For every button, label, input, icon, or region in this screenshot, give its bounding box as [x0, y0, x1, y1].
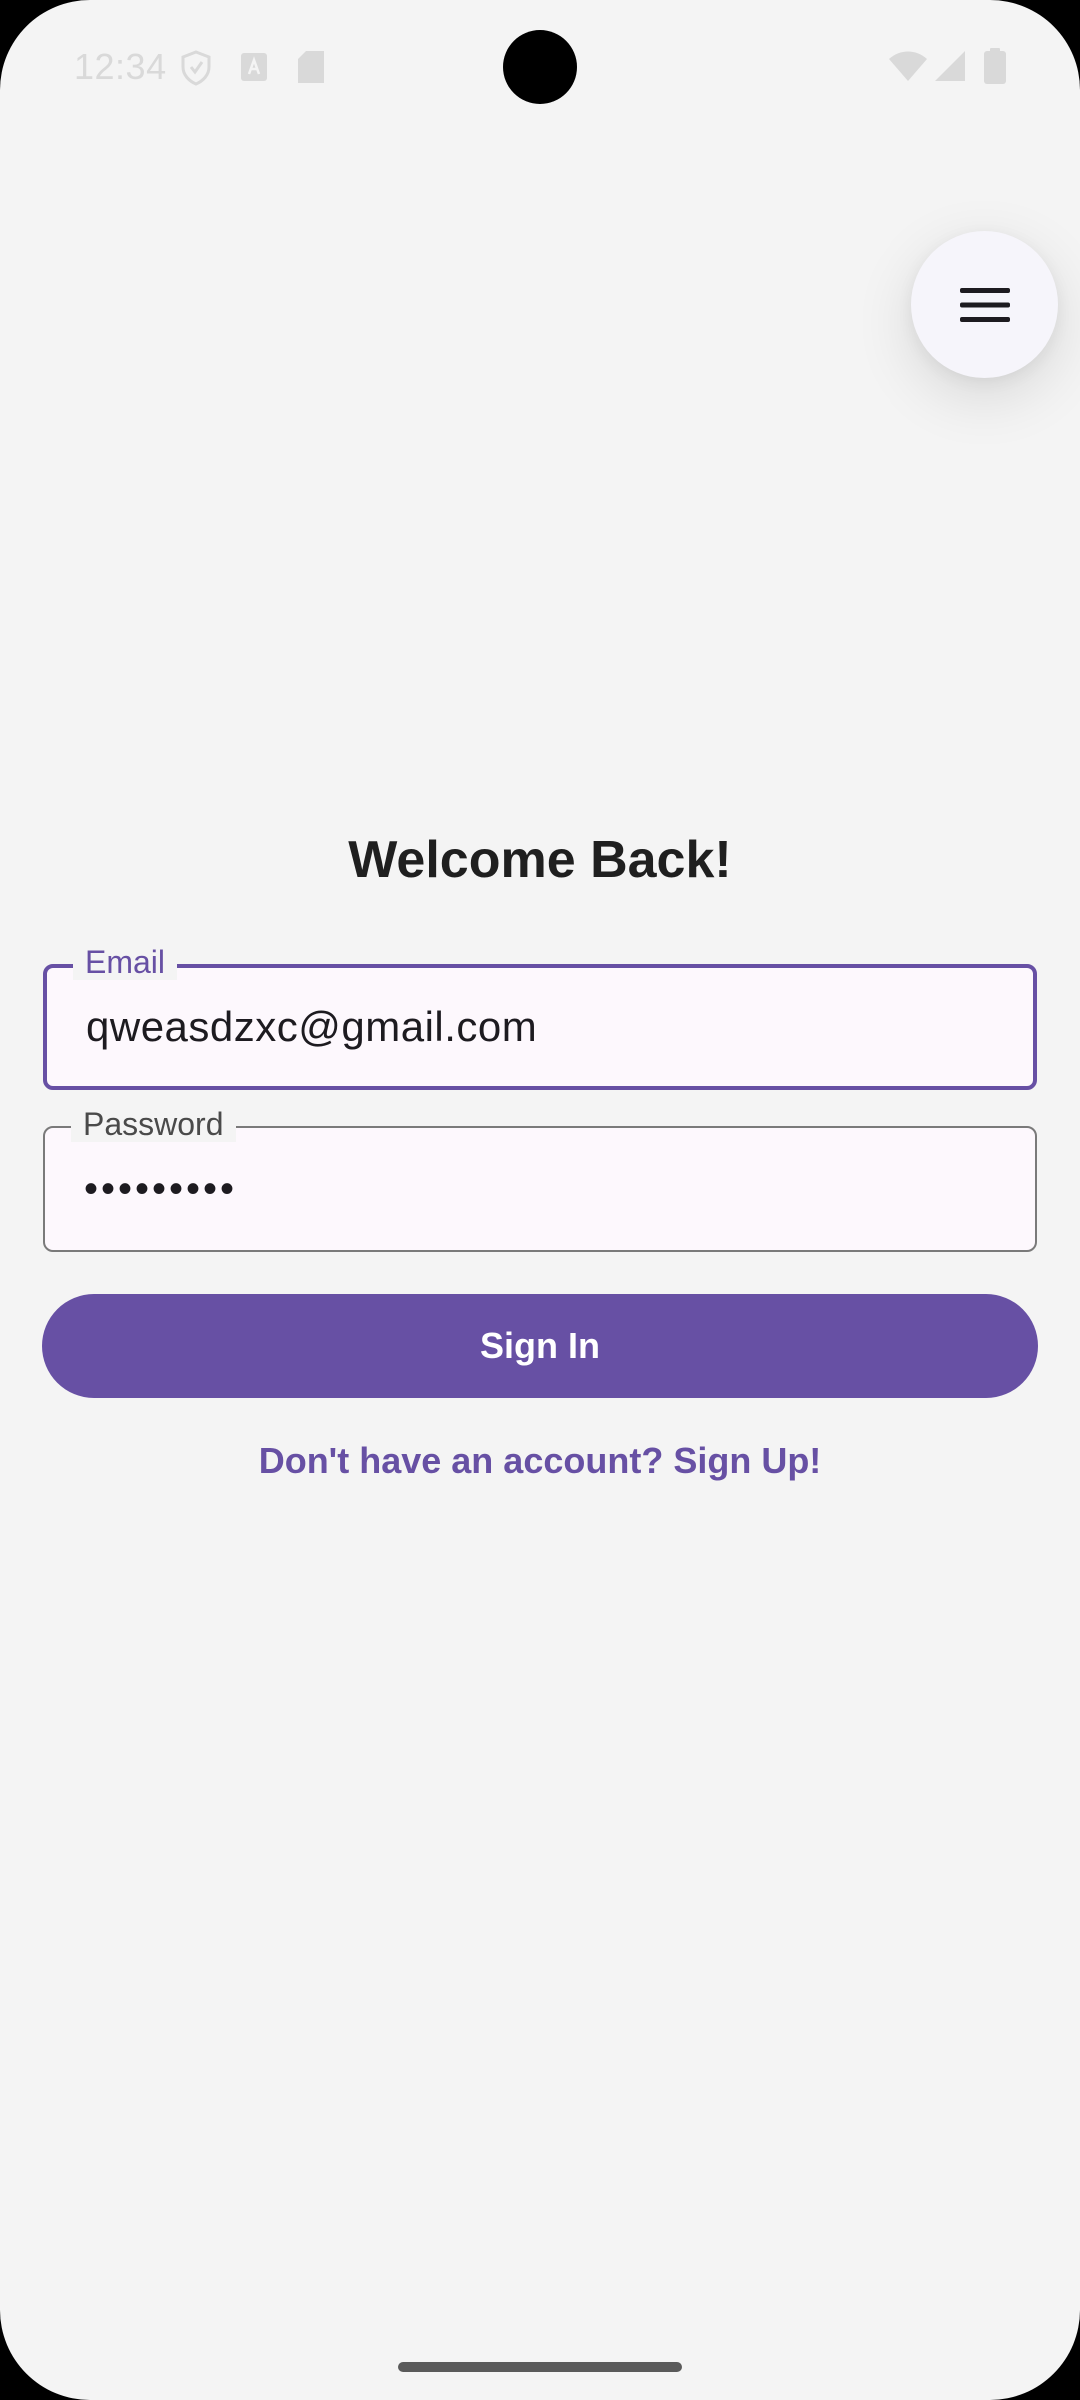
- email-field[interactable]: Email qweasdzxc@gmail.com: [43, 944, 1037, 1090]
- a-box-icon: [240, 52, 268, 87]
- shield-icon: [180, 50, 212, 91]
- page-title: Welcome Back!: [348, 831, 732, 889]
- email-value[interactable]: qweasdzxc@gmail.com: [86, 968, 537, 1086]
- sign-up-link[interactable]: Don't have an account? Sign Up!: [0, 1440, 1080, 1482]
- password-value[interactable]: •••••••••: [84, 1128, 237, 1250]
- login-screen: 12:34 Welcome Back! Email qweasdzxc@gmai…: [0, 0, 1080, 2400]
- sign-in-button[interactable]: Sign In: [42, 1294, 1038, 1398]
- status-bar: 12:34: [0, 0, 1080, 130]
- menu-button[interactable]: [911, 231, 1058, 378]
- sd-card-icon: [297, 50, 325, 89]
- password-field[interactable]: Password •••••••••: [43, 1106, 1037, 1252]
- status-time: 12:34: [74, 46, 167, 87]
- camera-cutout: [503, 30, 577, 104]
- wifi-icon: [888, 50, 928, 87]
- signal-icon: [934, 50, 966, 87]
- home-indicator[interactable]: [398, 2362, 682, 2372]
- hamburger-menu-icon: [959, 287, 1010, 322]
- battery-icon: [984, 48, 1006, 89]
